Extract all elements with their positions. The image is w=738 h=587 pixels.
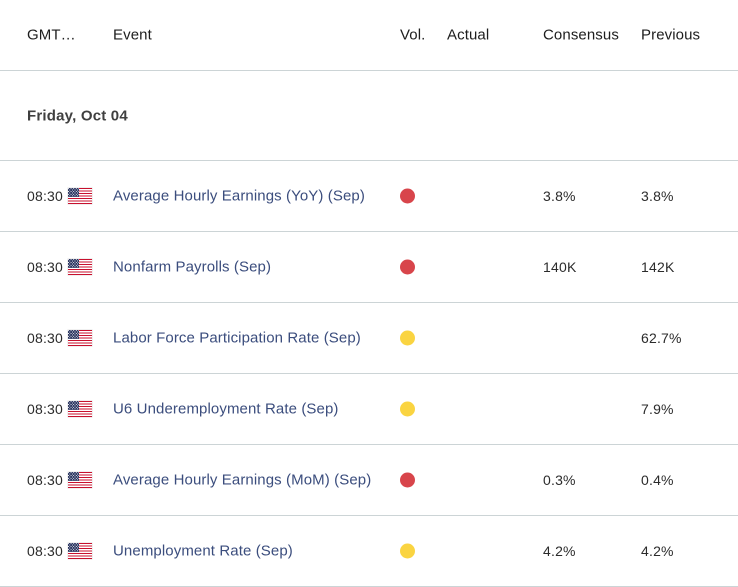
table-row[interactable]: 08:30 Unemployment Rate (Sep) 4.2% 4.2% [0, 516, 738, 587]
consensus-value: 4.2% [543, 543, 576, 559]
column-header-event[interactable]: Event [113, 27, 152, 44]
economic-calendar: GMT… Event Vol. Actual Consensus Previou… [0, 0, 738, 587]
event-name-link[interactable]: Labor Force Participation Rate (Sep) [113, 330, 361, 347]
us-flag-icon [68, 188, 92, 204]
event-name-link[interactable]: Nonfarm Payrolls (Sep) [113, 259, 271, 276]
date-group-row: Friday, Oct 04 [0, 71, 738, 161]
event-time: 08:30 [27, 330, 64, 346]
event-name-link[interactable]: Average Hourly Earnings (YoY) (Sep) [113, 188, 365, 205]
event-time: 08:30 [27, 401, 64, 417]
table-row[interactable]: 08:30 Nonfarm Payrolls (Sep) 140K 142K [0, 232, 738, 303]
volatility-dot-icon [400, 330, 415, 346]
event-name-link[interactable]: U6 Underemployment Rate (Sep) [113, 401, 339, 418]
column-header-previous[interactable]: Previous [641, 27, 700, 44]
previous-value: 0.4% [641, 472, 674, 488]
column-header-consensus[interactable]: Consensus [543, 27, 619, 44]
table-row[interactable]: 08:30 Labor Force Participation Rate (Sep… [0, 303, 738, 374]
previous-value: 142K [641, 259, 675, 275]
consensus-value: 0.3% [543, 472, 576, 488]
column-header-time[interactable]: GMT… [27, 27, 76, 44]
previous-value: 3.8% [641, 188, 674, 204]
us-flag-icon [68, 472, 92, 488]
event-name-link[interactable]: Unemployment Rate (Sep) [113, 543, 293, 560]
volatility-dot-icon [400, 472, 415, 488]
us-flag-icon [68, 259, 92, 275]
table-body: 08:30 Average Hourly Earnings (YoY) (Sep)… [0, 161, 738, 587]
column-header-volatility[interactable]: Vol. [400, 27, 425, 44]
event-time: 08:30 [27, 472, 64, 488]
previous-value: 4.2% [641, 543, 674, 559]
event-time: 08:30 [27, 259, 64, 275]
column-header-actual[interactable]: Actual [447, 27, 489, 44]
volatility-dot-icon [400, 543, 415, 559]
volatility-dot-icon [400, 188, 415, 204]
volatility-dot-icon [400, 259, 415, 275]
volatility-dot-icon [400, 401, 415, 417]
event-name-link[interactable]: Average Hourly Earnings (MoM) (Sep) [113, 472, 371, 489]
us-flag-icon [68, 401, 92, 417]
previous-value: 62.7% [641, 330, 682, 346]
consensus-value: 140K [543, 259, 577, 275]
previous-value: 7.9% [641, 401, 674, 417]
date-group-label: Friday, Oct 04 [27, 107, 128, 124]
event-time: 08:30 [27, 188, 64, 204]
table-row[interactable]: 08:30 Average Hourly Earnings (MoM) (Sep)… [0, 445, 738, 516]
table-row[interactable]: 08:30 U6 Underemployment Rate (Sep) 7.9% [0, 374, 738, 445]
us-flag-icon [68, 543, 92, 559]
event-time: 08:30 [27, 543, 64, 559]
us-flag-icon [68, 330, 92, 346]
consensus-value: 3.8% [543, 188, 576, 204]
table-header-row: GMT… Event Vol. Actual Consensus Previou… [0, 0, 738, 71]
table-row[interactable]: 08:30 Average Hourly Earnings (YoY) (Sep)… [0, 161, 738, 232]
